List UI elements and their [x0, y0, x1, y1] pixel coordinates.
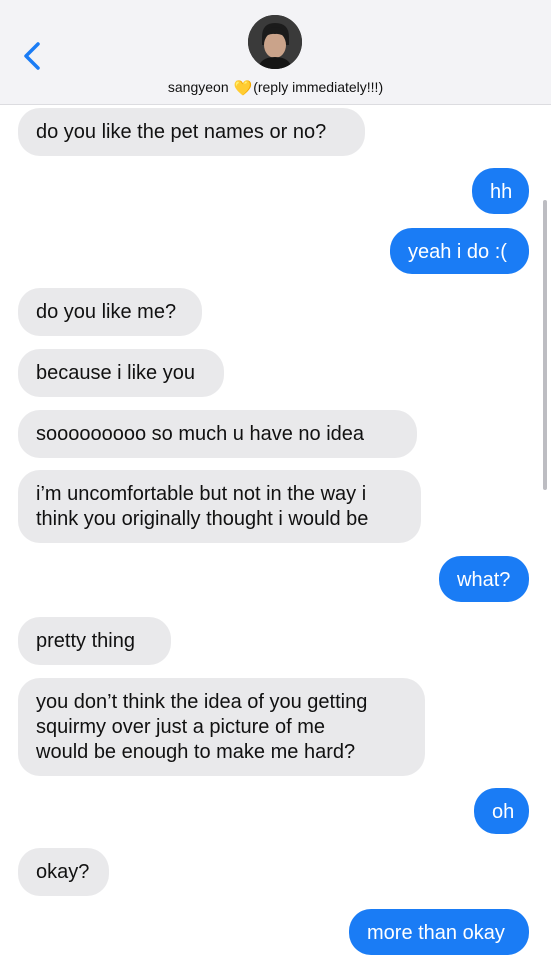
conversation-header: sangyeon 💛(reply immediately!!!)	[0, 0, 551, 105]
avatar-photo	[248, 15, 302, 69]
contact-status-note: (reply immediately!!!)	[253, 79, 384, 95]
message-bubble-received[interactable]: sooooooooo so much u have no idea	[18, 410, 417, 458]
message-bubble-sent[interactable]: hh	[472, 168, 529, 214]
scrollbar[interactable]	[543, 200, 547, 490]
message-thread: do you like the pet names or no? hh yeah…	[0, 104, 551, 960]
chevron-left-icon	[24, 42, 40, 70]
yellow-heart-icon: 💛	[233, 80, 253, 97]
contact-name-row[interactable]: sangyeon 💛(reply immediately!!!)	[0, 78, 551, 98]
message-bubble-received[interactable]: pretty thing	[18, 617, 171, 665]
contact-name: sangyeon	[167, 79, 229, 95]
message-bubble-sent[interactable]: what?	[439, 556, 529, 602]
message-bubble-sent[interactable]: oh	[474, 788, 529, 834]
message-bubble-sent[interactable]: yeah i do :(	[390, 228, 529, 274]
message-bubble-received[interactable]: do you like the pet names or no?	[18, 108, 365, 156]
message-bubble-received[interactable]: okay?	[18, 848, 109, 896]
message-bubble-received[interactable]: because i like you	[18, 349, 224, 397]
contact-avatar[interactable]	[248, 15, 302, 69]
message-bubble-received[interactable]: i’m uncomfortable but not in the way i t…	[18, 470, 421, 543]
message-bubble-sent[interactable]: more than okay	[349, 909, 529, 955]
message-bubble-received[interactable]: you don’t think the idea of you getting …	[18, 678, 425, 776]
back-button[interactable]	[14, 36, 54, 76]
message-bubble-received[interactable]: do you like me?	[18, 288, 202, 336]
